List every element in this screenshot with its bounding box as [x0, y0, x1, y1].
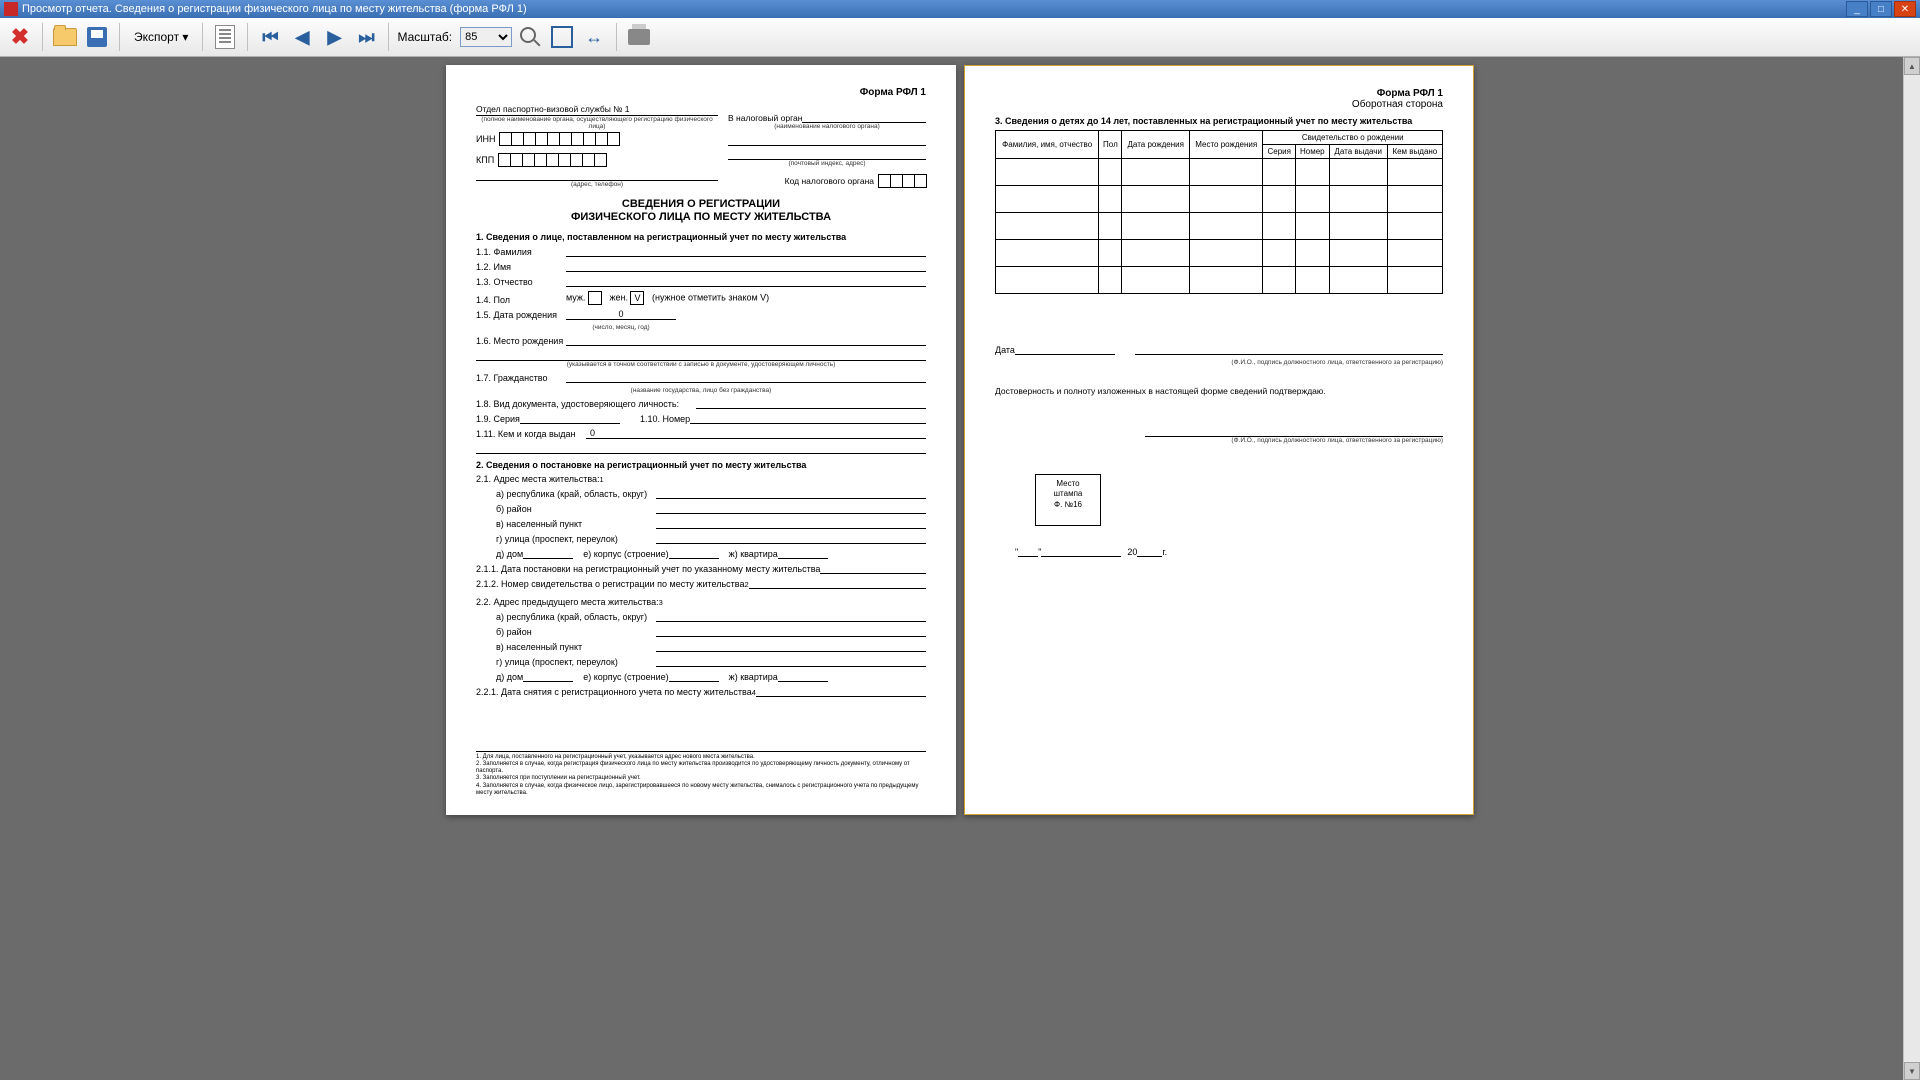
dept-line: Отдел паспортно-визовой службы № 1 [476, 104, 718, 116]
page-icon [215, 25, 235, 49]
close-button[interactable]: ✕ [1894, 1, 1916, 17]
report-viewport[interactable]: Форма РФЛ 1 Отдел паспортно-визовой служ… [0, 57, 1920, 1080]
toolbar: ✖ Экспорт ▾ ⏮ ◀ ▶ ⏭ Масштаб: 85 ↔ [0, 18, 1920, 57]
next-page-button[interactable]: ▶ [320, 23, 348, 51]
kpp-boxes [498, 153, 606, 167]
last-icon: ⏭ [358, 27, 374, 48]
cancel-button[interactable]: ✖ [6, 23, 34, 51]
x-icon: ✖ [11, 24, 29, 50]
taxcode-boxes [878, 174, 926, 188]
printer-icon [628, 29, 650, 45]
last-page-button[interactable]: ⏭ [352, 23, 380, 51]
female-checkbox: V [630, 291, 644, 305]
prev-icon: ◀ [296, 27, 310, 48]
window-title: Просмотр отчета. Сведения о регистрации … [22, 3, 527, 15]
footnotes: 1. Для лица, поставленного на регистраци… [476, 751, 926, 797]
first-icon: ⏮ [262, 27, 278, 48]
fit-icon [551, 26, 573, 48]
table-row [996, 186, 1443, 213]
print-button[interactable] [625, 23, 653, 51]
scroll-down-button[interactable]: ▼ [1904, 1062, 1920, 1080]
table-row [996, 240, 1443, 267]
maximize-button[interactable]: □ [1870, 1, 1892, 17]
horiz-icon: ↔ [585, 27, 603, 48]
first-page-button[interactable]: ⏮ [256, 23, 284, 51]
children-table: Фамилия, имя, отчествоПолДата рожденияМе… [995, 130, 1443, 294]
vertical-scrollbar[interactable]: ▲ ▼ [1903, 57, 1920, 1080]
stamp-box: МестоштампаФ. №16 [1035, 474, 1101, 526]
magnifier-icon [520, 27, 540, 47]
export-dropdown[interactable]: Экспорт ▾ [128, 26, 194, 48]
table-row [996, 213, 1443, 240]
form-code: Форма РФЛ 1 [476, 87, 926, 98]
app-icon [4, 2, 18, 16]
minimize-button[interactable]: _ [1846, 1, 1868, 17]
page-1: Форма РФЛ 1 Отдел паспортно-визовой служ… [446, 65, 956, 815]
open-button[interactable] [51, 23, 79, 51]
inn-boxes [499, 132, 619, 146]
page-setup-button[interactable] [211, 23, 239, 51]
next-icon: ▶ [328, 27, 342, 48]
save-icon [87, 27, 107, 47]
fit-width-button[interactable]: ↔ [580, 23, 608, 51]
zoom-label: Масштаб: [397, 30, 452, 44]
fit-page-button[interactable] [548, 23, 576, 51]
male-checkbox [588, 291, 602, 305]
zoom-select[interactable]: 85 [460, 27, 512, 47]
page-2: Форма РФЛ 1Оборотная сторона 3. Сведения… [964, 65, 1474, 815]
titlebar: Просмотр отчета. Сведения о регистрации … [0, 0, 1920, 18]
zoom-100-button[interactable] [516, 23, 544, 51]
scroll-up-button[interactable]: ▲ [1904, 57, 1920, 75]
prev-page-button[interactable]: ◀ [288, 23, 316, 51]
table-row [996, 267, 1443, 294]
folder-icon [53, 28, 77, 46]
doc-title: СВЕДЕНИЯ О РЕГИСТРАЦИИФИЗИЧЕСКОГО ЛИЦА П… [476, 198, 926, 224]
save-button[interactable] [83, 23, 111, 51]
table-row [996, 159, 1443, 186]
